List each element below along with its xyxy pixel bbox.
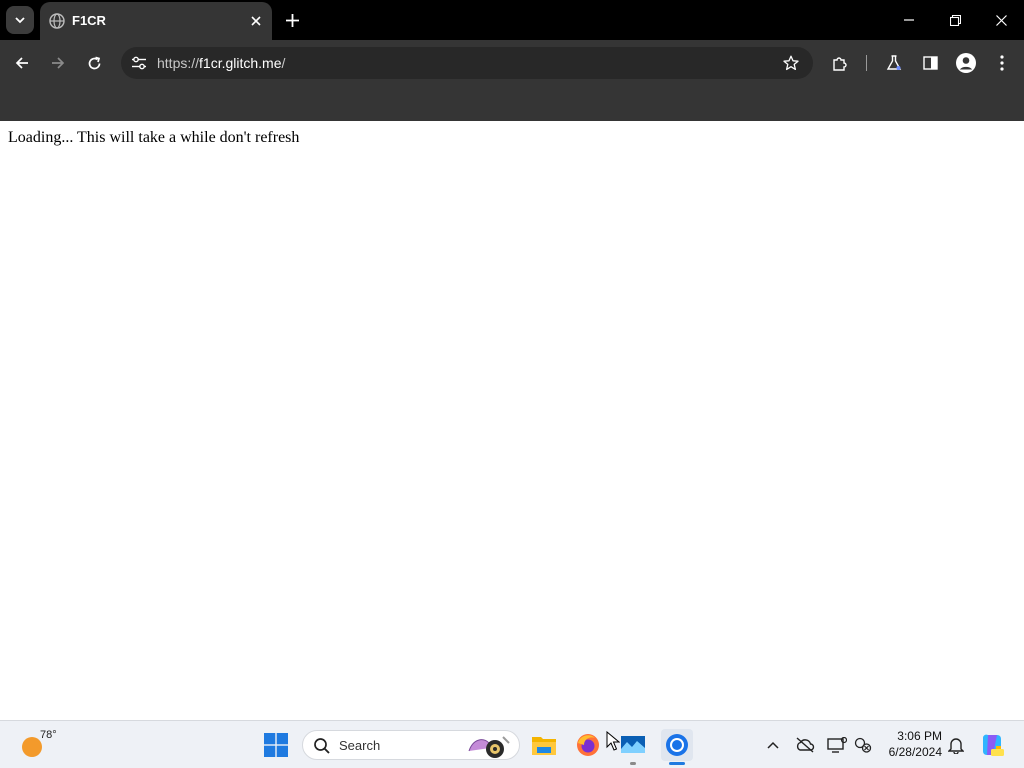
firefox-icon — [577, 734, 599, 756]
windows-taskbar: 78° Search 3:06 PM 6/28/2024 — [0, 720, 1024, 768]
bookmarks-bar — [0, 86, 1024, 121]
bell-icon — [948, 738, 964, 754]
plus-icon — [285, 13, 299, 27]
star-icon — [783, 55, 799, 71]
weather-widget[interactable]: 78° — [18, 729, 57, 761]
side-panel-button[interactable] — [916, 49, 944, 77]
display-tray-icon[interactable] — [826, 734, 848, 756]
restore-icon — [949, 14, 961, 26]
reload-button[interactable] — [80, 49, 108, 77]
labs-button[interactable] — [880, 49, 908, 77]
menu-icon — [1000, 55, 1004, 71]
profile-icon — [956, 53, 976, 73]
reload-icon — [88, 56, 100, 69]
profile-button[interactable] — [952, 49, 980, 77]
network-tray-icon[interactable] — [852, 734, 874, 756]
clock-date: 6/28/2024 — [888, 745, 942, 759]
clock-time: 3:06 PM — [897, 729, 942, 743]
show-hidden-icons-button[interactable] — [762, 734, 784, 756]
notifications-button[interactable] — [945, 734, 967, 756]
globe-icon — [49, 13, 65, 29]
minimize-icon — [904, 19, 914, 21]
file-explorer-icon — [532, 737, 556, 755]
browser-titlebar: F1CR — [0, 0, 1024, 40]
browser-menu-button[interactable] — [988, 49, 1016, 77]
browser-tab-active[interactable]: F1CR — [40, 2, 272, 40]
back-icon — [15, 57, 28, 69]
page-content: Loading... This will take a while don't … — [0, 121, 1024, 720]
url-scheme: https:// — [157, 55, 200, 71]
active-app-indicator — [669, 762, 685, 765]
url-host: f1cr.glitch.me — [199, 55, 282, 71]
forward-button[interactable] — [44, 49, 72, 77]
search-icon — [314, 738, 330, 754]
onedrive-tray-icon[interactable] — [794, 734, 816, 756]
search-highlight-illustration — [468, 736, 510, 758]
mouse-cursor-icon — [606, 731, 620, 751]
tab-search-button[interactable] — [6, 6, 34, 34]
new-tab-button[interactable] — [280, 8, 304, 32]
labs-icon — [886, 55, 902, 70]
taskbar-chrome[interactable] — [661, 729, 693, 765]
close-icon — [251, 16, 261, 26]
tab-search-icon — [15, 17, 25, 24]
chevron-up-icon — [767, 741, 779, 749]
browser-toolbar: https://f1cr.glitch.me/ — [0, 40, 1024, 86]
bookmark-star-button[interactable] — [779, 51, 803, 75]
onedrive-icon — [796, 737, 815, 753]
photos-icon — [621, 736, 645, 753]
copilot-button[interactable] — [979, 732, 1005, 758]
minimize-button[interactable] — [886, 0, 932, 40]
address-bar[interactable]: https://f1cr.glitch.me/ — [121, 47, 813, 79]
back-button[interactable] — [8, 49, 36, 77]
loading-message: Loading... This will take a while don't … — [8, 129, 300, 146]
close-icon — [995, 14, 1007, 26]
taskbar-firefox[interactable] — [572, 729, 604, 761]
forward-icon — [52, 57, 65, 69]
extensions-button[interactable] — [826, 49, 854, 77]
side-panel-icon — [922, 56, 938, 70]
site-info-button[interactable] — [127, 51, 151, 75]
url-path: / — [281, 55, 286, 71]
chrome-icon — [666, 734, 688, 756]
tab-close-button[interactable] — [247, 12, 265, 30]
toolbar-separator — [866, 55, 867, 71]
taskbar-search-box[interactable]: Search — [302, 730, 520, 760]
site-info-icon — [132, 56, 146, 70]
weather-temp: 78° — [40, 729, 57, 741]
restore-button[interactable] — [932, 0, 978, 40]
url-text: https://f1cr.glitch.me/ — [157, 55, 285, 71]
taskbar-photos-app[interactable] — [617, 729, 649, 765]
tab-title: F1CR — [72, 13, 106, 28]
extensions-icon — [833, 57, 847, 71]
windows-start-icon — [264, 733, 288, 757]
display-icon — [827, 737, 847, 753]
copilot-icon — [983, 734, 1004, 756]
network-icon — [854, 737, 872, 753]
weather-sun-icon — [22, 737, 42, 757]
close-window-button[interactable] — [978, 0, 1024, 40]
taskbar-file-explorer[interactable] — [528, 729, 560, 761]
start-button[interactable] — [260, 729, 292, 761]
search-placeholder: Search — [339, 738, 381, 753]
running-indicator — [630, 762, 636, 765]
taskbar-clock[interactable]: 3:06 PM 6/28/2024 — [880, 728, 942, 760]
